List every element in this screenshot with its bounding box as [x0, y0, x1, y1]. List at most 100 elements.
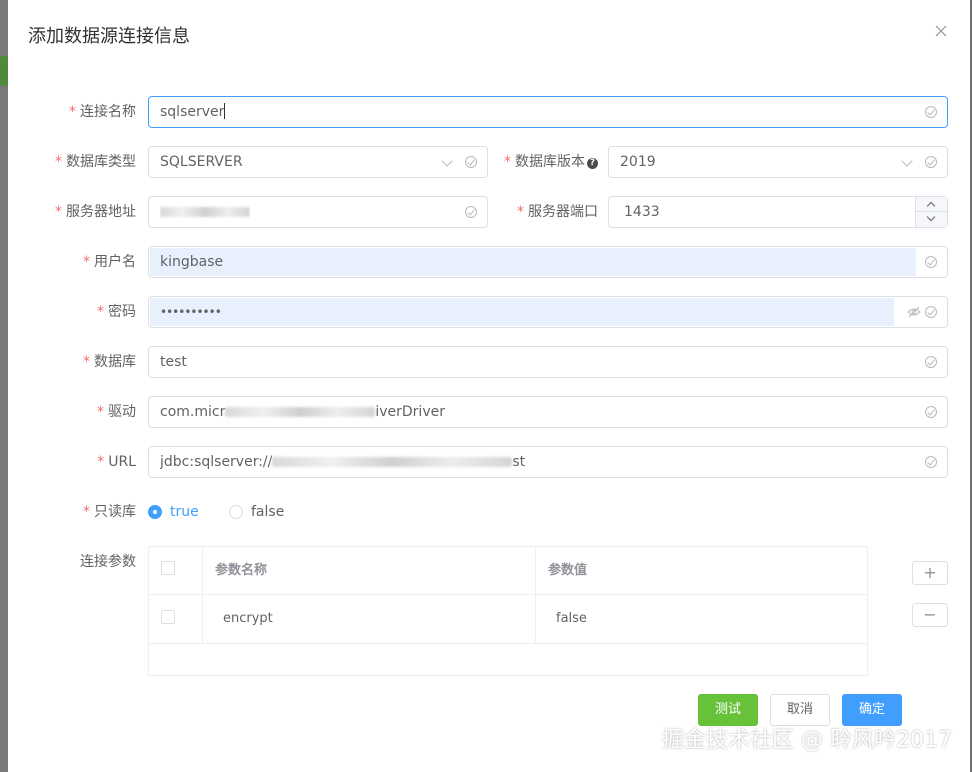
readonly-label-text: 只读库 [94, 504, 136, 520]
db-version-label: * 数据库版本? [488, 146, 598, 178]
driver-value-blurred [225, 407, 376, 417]
params-label-text: 连接参数 [80, 554, 136, 570]
server-address-label: * 服务器地址 [38, 196, 136, 228]
connection-name-value: sqlserver [160, 104, 225, 120]
db-type-label: * 数据库类型 [38, 146, 136, 178]
db-type-label-text: 数据库类型 [66, 154, 136, 170]
required-mark: * [83, 354, 90, 370]
decrease-icon[interactable] [916, 212, 947, 227]
driver-value-suffix: iverDriver [375, 404, 445, 420]
password-label: * 密码 [48, 296, 136, 328]
driver-label-text: 驱动 [108, 404, 136, 420]
eye-icon[interactable] [907, 306, 921, 318]
increase-icon[interactable] [916, 197, 947, 212]
server-address-input[interactable] [148, 196, 488, 228]
add-param-button[interactable]: + [912, 561, 948, 585]
chevron-down-icon[interactable] [441, 155, 453, 167]
readonly-radio-group: true false [148, 496, 448, 528]
required-mark: * [97, 304, 104, 320]
required-mark: * [83, 504, 90, 520]
required-mark: * [517, 204, 524, 220]
database-label: * 数据库 [48, 346, 136, 378]
select-all-checkbox[interactable] [161, 561, 175, 575]
required-mark: * [97, 454, 105, 470]
readonly-label: * 只读库 [48, 496, 136, 528]
valid-check-icon [925, 106, 937, 118]
db-version-value: 2019 [620, 154, 656, 170]
radio-false-label: false [251, 504, 285, 520]
username-label-text: 用户名 [94, 254, 136, 270]
radio-true-label: true [170, 504, 199, 520]
connection-name-label: * 连接名称 [48, 96, 136, 128]
password-value: •••••••••• [160, 305, 221, 319]
watermark: 掘金技术社区 @ 聆风吟2017 [662, 728, 952, 753]
valid-check-icon [925, 306, 937, 318]
url-label-text: URL [108, 454, 136, 470]
table-header: 参数名称 参数值 [149, 547, 867, 595]
driver-input[interactable]: com.micr iverDriver [148, 396, 948, 428]
username-label: * 用户名 [48, 246, 136, 278]
column-header-name: 参数名称 [215, 563, 268, 578]
username-input[interactable]: kingbase [148, 246, 948, 278]
radio-unchecked-icon [229, 505, 243, 519]
server-port-value: 1433 [624, 204, 660, 220]
database-value: test [160, 354, 187, 370]
background-button [0, 56, 8, 86]
required-mark: * [83, 254, 90, 270]
database-label-text: 数据库 [94, 354, 136, 370]
valid-check-icon [925, 356, 937, 368]
text-cursor [224, 103, 226, 119]
driver-value-prefix: com.micr [160, 404, 226, 420]
autofill-background [150, 298, 894, 326]
params-label: 连接参数 [48, 546, 136, 578]
add-datasource-dialog: 添加数据源连接信息 * 连接名称 sqlserver * 数据库类型 SQLSERV… [8, 0, 970, 772]
params-table: 参数名称 参数值 encrypt false [148, 546, 868, 676]
url-value-blurred [272, 457, 513, 467]
server-address-value-blurred [160, 197, 250, 227]
url-value-prefix: jdbc:sqlserver:// [160, 454, 273, 470]
valid-check-icon [925, 156, 937, 168]
autofill-background [150, 248, 916, 276]
driver-label: * 驱动 [48, 396, 136, 428]
server-address-label-text: 服务器地址 [66, 204, 136, 220]
connection-name-input[interactable]: sqlserver [148, 96, 948, 128]
url-value-suffix: st [512, 454, 526, 470]
required-mark: * [504, 154, 511, 170]
server-port-label-text: 服务器端口 [528, 204, 598, 220]
chevron-down-icon[interactable] [901, 155, 913, 167]
password-input[interactable]: •••••••••• [148, 296, 948, 328]
required-mark: * [69, 104, 76, 120]
db-version-label-text: 数据库版本 [515, 154, 585, 170]
param-name-cell[interactable]: encrypt [223, 595, 273, 643]
radio-false[interactable]: false [229, 504, 284, 520]
password-label-text: 密码 [108, 304, 136, 320]
radio-true[interactable]: true [148, 504, 199, 520]
help-icon[interactable]: ? [587, 158, 598, 169]
valid-check-icon [465, 206, 477, 218]
column-header-value: 参数值 [548, 563, 588, 578]
db-type-select[interactable]: SQLSERVER [148, 146, 488, 178]
required-mark: * [55, 154, 62, 170]
close-icon[interactable] [934, 24, 948, 38]
param-value-cell[interactable]: false [556, 595, 587, 643]
column-divider [202, 547, 203, 644]
username-value: kingbase [160, 254, 224, 270]
valid-check-icon [925, 406, 937, 418]
table-row: encrypt false [149, 595, 867, 644]
row-checkbox[interactable] [161, 610, 175, 624]
database-input[interactable]: test [148, 346, 948, 378]
radio-checked-icon [148, 505, 162, 519]
valid-check-icon [925, 256, 937, 268]
port-stepper [915, 197, 947, 227]
remove-param-button[interactable]: − [912, 603, 948, 627]
required-mark: * [97, 404, 104, 420]
url-label: * URL [48, 446, 136, 478]
db-version-select[interactable]: 2019 [608, 146, 948, 178]
dialog-title: 添加数据源连接信息 [28, 26, 190, 47]
required-mark: * [55, 204, 62, 220]
connection-name-label-text: 连接名称 [80, 104, 136, 120]
url-input[interactable]: jdbc:sqlserver:// st [148, 446, 948, 478]
valid-check-icon [465, 156, 477, 168]
db-type-value: SQLSERVER [160, 154, 243, 170]
server-port-input[interactable]: 1433 [608, 196, 948, 228]
